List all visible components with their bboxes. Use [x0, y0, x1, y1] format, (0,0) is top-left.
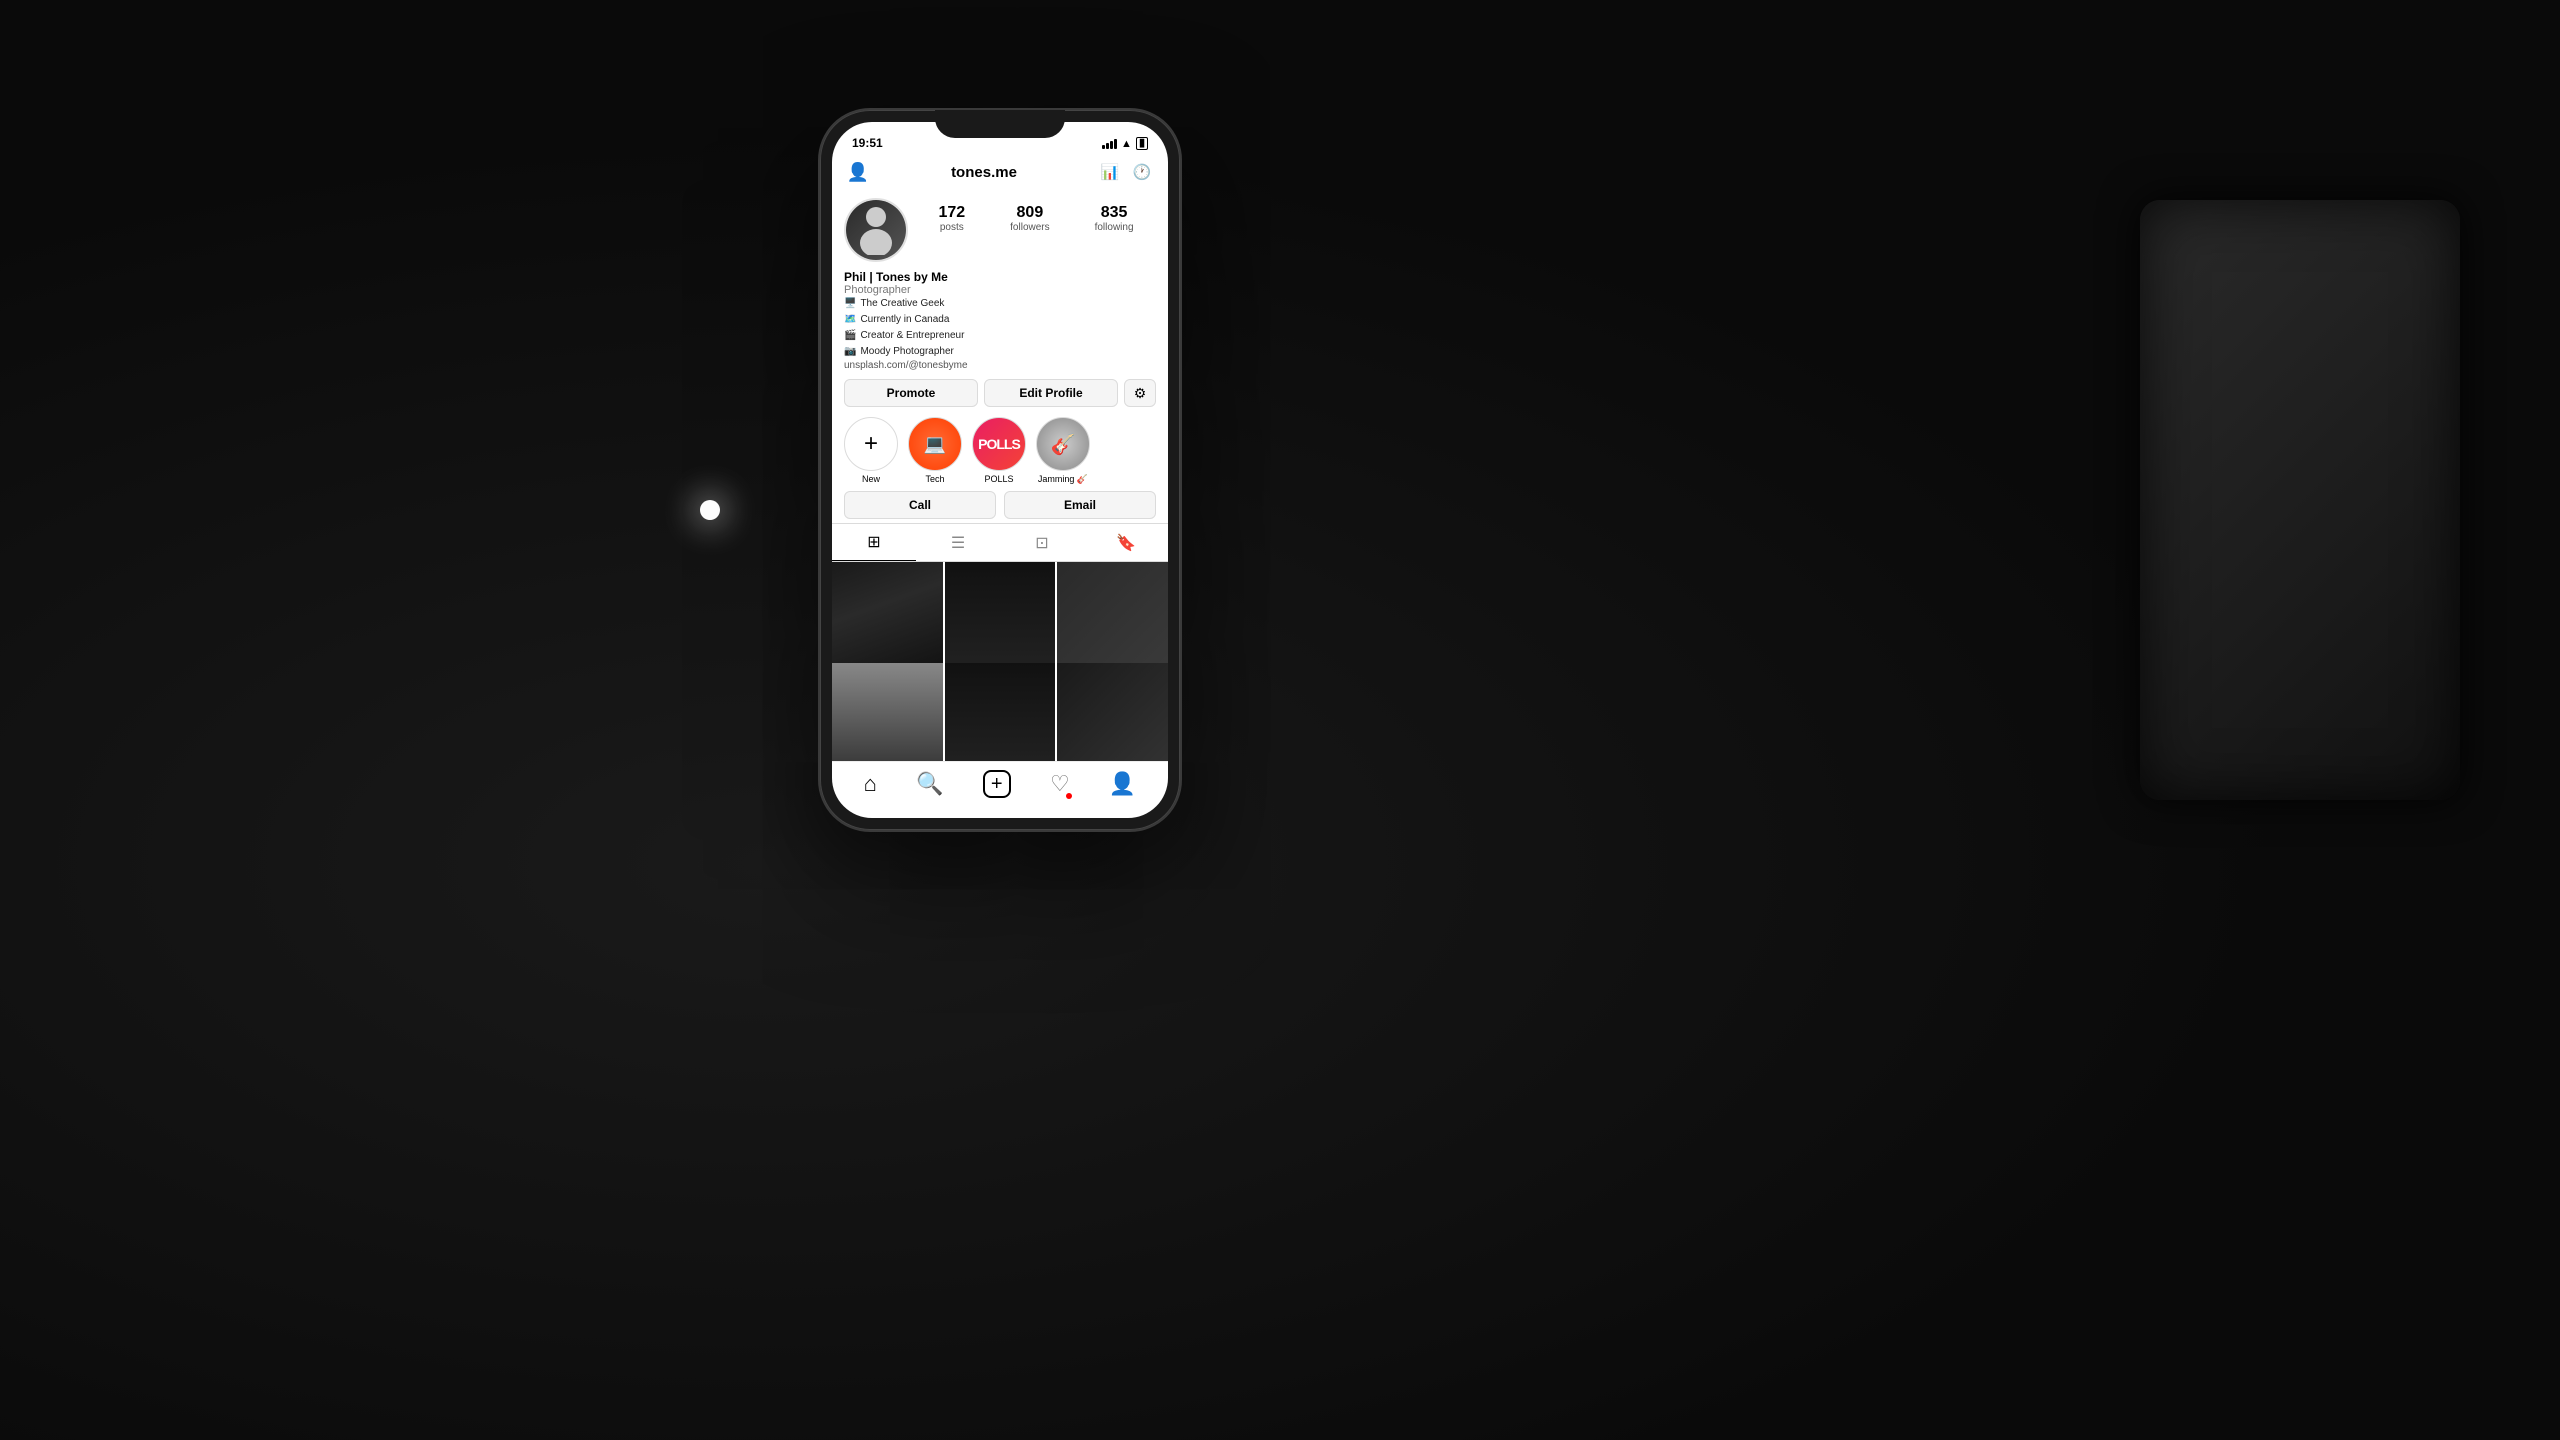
grid-photo-5[interactable] — [945, 663, 1056, 762]
bookmark-icon: 🔖 — [1116, 533, 1136, 553]
bio-icon-2: 🗺️ — [844, 312, 856, 328]
instagram-header: 👤 tones.me 📊 🕐 — [832, 154, 1168, 192]
story-highlights: + New 💻 Tech POLLS POLLS — [832, 411, 1168, 489]
phone-device: 19:51 ▲ ▮ 👤 tones.me — [820, 110, 1180, 830]
search-nav-button[interactable]: 🔍 — [916, 771, 943, 797]
bio-line-1: 🖥️ The Creative Geek — [844, 296, 1156, 312]
highlight-new[interactable]: + New — [844, 417, 898, 485]
chart-button[interactable]: 📊 — [1096, 158, 1124, 186]
activity-nav-button[interactable]: ♡ — [1050, 771, 1070, 797]
followers-count: 809 — [1010, 204, 1049, 222]
grid-photo-6[interactable] — [1057, 663, 1168, 762]
profile-role: Photographer — [844, 284, 1156, 296]
profile-link[interactable]: unsplash.com/@tonesbyme — [844, 360, 1156, 371]
highlight-jamming-label: Jamming 🎸 — [1038, 474, 1088, 485]
posts-label: posts — [938, 222, 965, 233]
add-user-button[interactable]: 👤 — [844, 158, 872, 186]
plus-icon: + — [991, 773, 1003, 796]
highlight-new-circle: + — [844, 417, 898, 471]
bio-icon-1: 🖥️ — [844, 296, 856, 312]
email-button[interactable]: Email — [1004, 491, 1156, 519]
status-icons: ▲ ▮ — [1102, 137, 1148, 150]
chart-icon: 📊 — [1101, 163, 1120, 181]
followers-label: followers — [1010, 222, 1049, 233]
grid-photo-4[interactable] — [832, 663, 943, 762]
signal-bar-4 — [1114, 139, 1117, 149]
bio-icon-3: 🎬 — [844, 328, 856, 344]
highlight-polls[interactable]: POLLS POLLS — [972, 417, 1026, 485]
bio-line-3: 🎬 Creator & Entrepreneur — [844, 328, 1156, 344]
following-stat[interactable]: 835 following — [1095, 204, 1134, 233]
bottom-navigation: ⌂ 🔍 + ♡ 👤 — [832, 761, 1168, 818]
highlight-jamming-circle: 🎸 — [1036, 417, 1090, 471]
bokeh-light — [700, 500, 720, 520]
stats-numbers: 172 posts 809 followers 835 following — [916, 198, 1156, 233]
avatar-image — [846, 200, 906, 260]
bio-line-2: 🗺️ Currently in Canada — [844, 312, 1156, 328]
bio-icon-4: 📷 — [844, 344, 856, 360]
posts-count: 172 — [938, 204, 965, 222]
tab-list[interactable]: ☰ — [916, 524, 1000, 561]
signal-icon — [1102, 139, 1117, 149]
call-button[interactable]: Call — [844, 491, 996, 519]
profile-username: tones.me — [872, 164, 1096, 181]
settings-button[interactable]: ⚙ — [1124, 379, 1156, 407]
status-time: 19:51 — [852, 136, 883, 150]
promote-button[interactable]: Promote — [844, 379, 978, 407]
edit-profile-button[interactable]: Edit Profile — [984, 379, 1118, 407]
grid-photo-3[interactable] — [1057, 562, 1168, 673]
tab-saved[interactable]: 🔖 — [1084, 524, 1168, 561]
wifi-icon: ▲ — [1121, 138, 1132, 150]
profile-section: 172 posts 809 followers 835 following — [832, 192, 1168, 266]
grid-photo-2[interactable] — [945, 562, 1056, 673]
add-user-icon: 👤 — [847, 162, 869, 183]
contact-buttons: Call Email — [832, 489, 1168, 523]
add-nav-button[interactable]: + — [983, 770, 1011, 798]
signal-bar-2 — [1106, 143, 1109, 149]
phone-screen: 19:51 ▲ ▮ 👤 tones.me — [832, 122, 1168, 818]
heart-icon: ♡ — [1050, 771, 1070, 796]
profile-nav-button[interactable]: 👤 — [1109, 771, 1136, 797]
history-icon: 🕐 — [1133, 163, 1152, 181]
settings-icon: ⚙ — [1134, 385, 1147, 402]
posts-stat[interactable]: 172 posts — [938, 204, 965, 233]
following-label: following — [1095, 222, 1134, 233]
avatar[interactable] — [844, 198, 908, 262]
photo-grid — [832, 562, 1168, 761]
battery-icon: ▮ — [1136, 137, 1148, 150]
signal-bar-3 — [1110, 141, 1113, 149]
bio-line-4: 📷 Moody Photographer — [844, 344, 1156, 360]
tag-icon: ⊡ — [1035, 533, 1048, 553]
phone-notch — [935, 110, 1065, 138]
plus-icon: + — [864, 430, 878, 458]
notification-dot — [1066, 793, 1072, 799]
followers-stat[interactable]: 809 followers — [1010, 204, 1049, 233]
signal-bar-1 — [1102, 145, 1105, 149]
highlight-jamming[interactable]: 🎸 Jamming 🎸 — [1036, 417, 1090, 485]
highlight-tech[interactable]: 💻 Tech — [908, 417, 962, 485]
highlight-tech-label: Tech — [925, 474, 944, 484]
history-button[interactable]: 🕐 — [1128, 158, 1156, 186]
action-buttons: Promote Edit Profile ⚙ — [832, 373, 1168, 411]
phone-body: 19:51 ▲ ▮ 👤 tones.me — [820, 110, 1180, 830]
tab-grid[interactable]: ⊞ — [832, 524, 916, 561]
content-tab-bar: ⊞ ☰ ⊡ 🔖 — [832, 523, 1168, 562]
profile-info: Phil | Tones by Me Photographer 🖥️ The C… — [832, 266, 1168, 373]
grid-photo-1[interactable] — [832, 562, 943, 673]
list-icon: ☰ — [951, 533, 965, 553]
stats-row: 172 posts 809 followers 835 following — [844, 198, 1156, 262]
profile-name: Phil | Tones by Me — [844, 270, 1156, 284]
following-count: 835 — [1095, 204, 1134, 222]
tab-tagged[interactable]: ⊡ — [1000, 524, 1084, 561]
grid-icon: ⊞ — [867, 532, 880, 552]
highlight-polls-circle: POLLS — [972, 417, 1026, 471]
highlight-new-label: New — [862, 474, 880, 484]
lens-decoration — [2140, 200, 2460, 800]
home-nav-button[interactable]: ⌂ — [864, 771, 877, 797]
highlight-tech-circle: 💻 — [908, 417, 962, 471]
highlight-polls-label: POLLS — [984, 474, 1013, 484]
